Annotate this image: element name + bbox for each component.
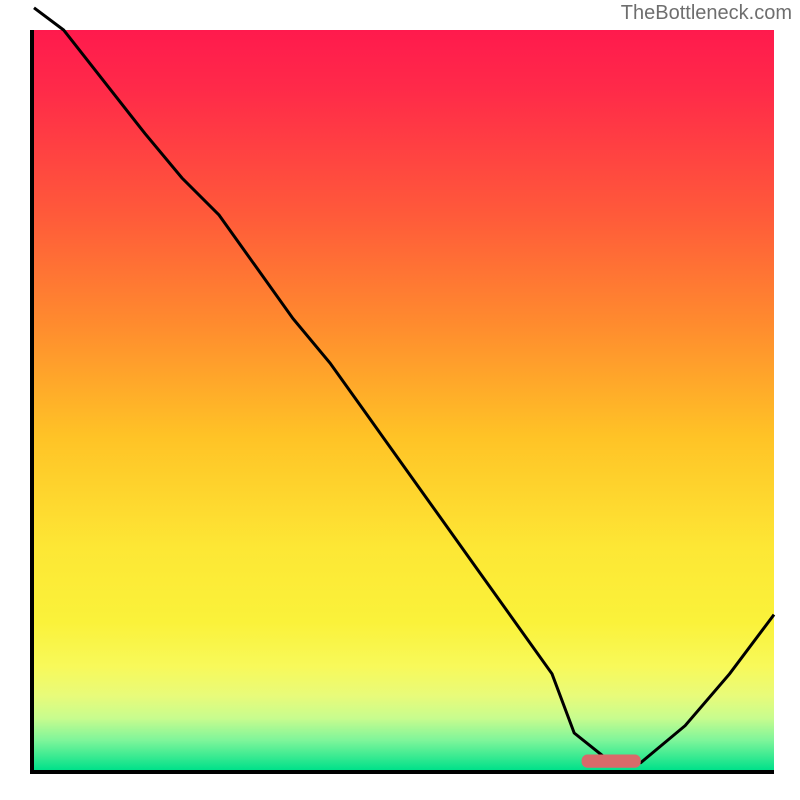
plot-area (30, 30, 774, 774)
chart-canvas: TheBottleneck.com (0, 0, 800, 800)
chart-svg (34, 30, 774, 770)
optimal-range-marker (582, 754, 641, 767)
bottleneck-curve (34, 8, 774, 763)
watermark-text: TheBottleneck.com (621, 2, 792, 25)
